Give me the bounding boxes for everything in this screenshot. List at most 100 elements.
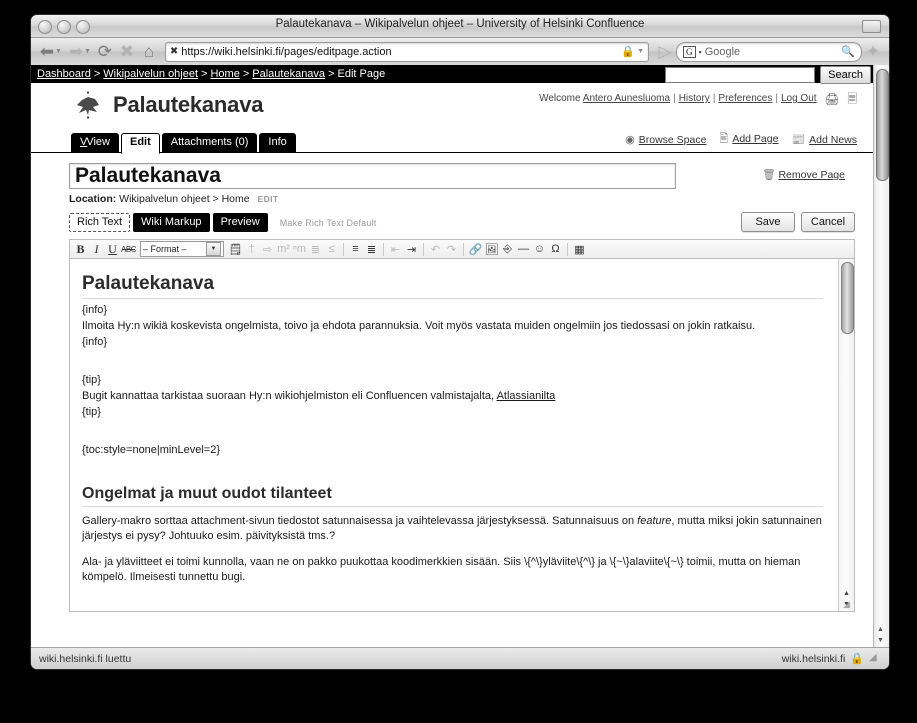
add-page-icon: 🖹 <box>719 133 729 145</box>
breadcrumb-item-dashboard[interactable]: Dashboard <box>37 68 91 80</box>
tab-view[interactable]: VView <box>71 133 119 153</box>
url-text: https://wiki.helsinki.fi/pages/editpage.… <box>181 45 392 58</box>
remove-page-label[interactable]: Remove Page <box>778 169 845 181</box>
numbered-list-icon[interactable]: ≣ <box>364 242 379 257</box>
insert-macro-icon[interactable]: ⎆ <box>500 242 515 257</box>
editor-toolbar: B I U ABC – Format – ▼ 🗒 † ⇨ m² ⁿm ≣ ≤ ≡… <box>69 239 855 258</box>
browser-search-input[interactable]: G ▪ Google 🔍 <box>676 41 862 62</box>
rich-text-edit-area[interactable]: Palautekanava {info} Ilmoita Hy:n wikiä … <box>69 258 855 612</box>
add-news-action[interactable]: 📰 Add News <box>791 133 857 146</box>
special-character-icon[interactable]: Ω <box>548 242 563 257</box>
space-title: Palautekanava <box>113 92 264 117</box>
doc-tip-close: {tip} <box>82 406 101 418</box>
user-profile-link[interactable]: Antero Aunesluoma <box>583 93 670 104</box>
tab-edit[interactable]: Edit <box>121 133 160 154</box>
insert-link2-icon[interactable]: 🔗 <box>468 242 483 257</box>
doc-tip-open: {tip} <box>82 374 101 386</box>
doc-spacer <box>82 459 823 471</box>
cancel-button[interactable]: Cancel <box>801 212 855 232</box>
editor-tab-wiki-markup[interactable]: Wiki Markup <box>133 213 210 232</box>
underline-icon[interactable]: U <box>105 242 120 257</box>
user-bar-sep: | <box>775 93 778 104</box>
emoticon-icon[interactable]: ☺ <box>532 242 547 257</box>
rich-text-body[interactable]: Palautekanava {info} Ilmoita Hy:n wikiä … <box>70 259 839 611</box>
editor-scrollbar[interactable]: ▲ ▼ <box>838 259 854 611</box>
insert-image-icon[interactable]: 🖼 <box>484 242 499 257</box>
rss-icon[interactable]: ▷ <box>654 41 676 63</box>
insert-link-icon[interactable]: ⇨ <box>260 242 275 257</box>
window-resize-grip[interactable]: ◢ <box>869 652 881 665</box>
breadcrumb-item-home[interactable]: Home <box>210 68 239 80</box>
editor-tab-preview[interactable]: Preview <box>212 213 268 232</box>
toolbar-sep <box>383 242 384 256</box>
page-title-input[interactable] <box>69 163 676 189</box>
subscript-icon[interactable]: ⁿm <box>292 242 307 257</box>
customize-icon[interactable]: ✦ <box>862 41 884 63</box>
indent-text-icon[interactable]: ≤ <box>324 242 339 257</box>
preferences-link[interactable]: Preferences <box>718 93 772 104</box>
reload-icon[interactable]: ⟳ <box>94 41 116 63</box>
bullet-list-icon[interactable]: ≡ <box>348 242 363 257</box>
toolbar-toggle-button[interactable] <box>862 20 881 33</box>
editor-scroll-up-arrow[interactable]: ▲ <box>842 590 851 597</box>
breadcrumb-item-page[interactable]: Palautekanava <box>252 68 325 80</box>
insert-table-icon[interactable]: ▦ <box>572 242 587 257</box>
breadcrumb: Dashboard > Wikipalvelun ohjeet > Home > Palau… <box>31 65 873 84</box>
outdent-text-icon[interactable]: ≣ <box>308 242 323 257</box>
add-page-label[interactable]: Add Page <box>732 133 778 145</box>
outdent-icon[interactable]: ⇤ <box>388 242 403 257</box>
back-history-caret-icon[interactable]: ▼ <box>55 48 62 55</box>
stop-icon[interactable]: ✖ <box>116 41 138 63</box>
lock-icon[interactable]: 🔒 <box>850 652 864 665</box>
logout-link[interactable]: Log Out <box>781 93 817 104</box>
url-bar[interactable]: ✖ https://wiki.helsinki.fi/pages/editpag… <box>164 41 649 62</box>
horizontal-rule-icon[interactable]: — <box>516 242 531 257</box>
tab-attachments[interactable]: Attachments (0) <box>161 133 258 153</box>
editor-tab-rich-text[interactable]: Rich Text <box>69 213 131 232</box>
superscript-icon[interactable]: m² <box>276 242 291 257</box>
tab-attachments-label: Attachments (0) <box>170 136 249 148</box>
browse-space-label[interactable]: Browse Space <box>639 134 707 146</box>
make-rich-text-default-link[interactable]: Make Rich Text Default <box>280 218 377 228</box>
page-scroll-down-arrow[interactable]: ▼ <box>877 637 884 644</box>
atlassian-link[interactable]: Atlassianilta <box>497 390 556 402</box>
doc-toc-macro: {toc:style=none|minLevel=2} <box>82 444 221 456</box>
magnifier-icon[interactable]: 🔍 <box>841 45 855 58</box>
add-page-action[interactable]: 🖹 Add Page <box>719 130 778 149</box>
italic-icon[interactable]: I <box>89 242 104 257</box>
remove-page-action[interactable]: 🗑 Remove Page <box>762 168 845 181</box>
history-link[interactable]: History <box>679 93 710 104</box>
indent-icon[interactable]: ⇥ <box>404 242 419 257</box>
redo-icon[interactable]: ↷ <box>444 242 459 257</box>
bold-icon[interactable]: B <box>73 242 88 257</box>
undo-icon[interactable]: ↶ <box>428 242 443 257</box>
tab-info[interactable]: Info <box>259 133 296 153</box>
strikethrough-icon[interactable]: ABC <box>121 242 136 257</box>
location-edit-link[interactable]: EDIT <box>258 194 279 204</box>
home-icon[interactable]: ⌂ <box>138 41 160 63</box>
print-icon[interactable]: 🖨 <box>824 92 839 106</box>
page-scrollbar[interactable]: ▲ ▼ <box>873 65 889 647</box>
browse-space-action[interactable]: ◉ Browse Space <box>625 133 706 146</box>
url-lock-icon: 🔒 ▼ <box>621 46 644 58</box>
page-scroll-up-arrow[interactable]: ▲ <box>877 626 884 633</box>
editor-scrollbar-thumb[interactable] <box>841 262 854 334</box>
toolbar-sep <box>343 242 344 256</box>
remove-formatting-icon[interactable]: † <box>244 242 259 257</box>
breadcrumb-item-space[interactable]: Wikipalvelun ohjeet <box>103 68 198 80</box>
site-search-button[interactable]: Search <box>820 66 871 84</box>
add-news-label[interactable]: Add News <box>809 134 857 146</box>
forward-history-caret-icon[interactable]: ▼ <box>84 48 91 55</box>
format-select[interactable]: – Format – ▼ <box>140 241 224 257</box>
edit-properties-icon[interactable]: 🗒 <box>228 242 243 257</box>
status-domain: wiki.helsinki.fi <box>781 652 846 665</box>
export-pdf-icon[interactable]: 🗏 <box>847 90 857 111</box>
editor-tabs: Rich Text Wiki Markup Preview Make Rich … <box>69 213 855 232</box>
breadcrumb-items: Dashboard > Wikipalvelun ohjeet > Home > Palau… <box>37 68 385 80</box>
search-placeholder: Google <box>704 45 741 58</box>
doc-info-open: {info} <box>82 304 108 316</box>
page-scrollbar-thumb[interactable] <box>876 69 889 181</box>
save-button[interactable]: Save <box>741 212 795 232</box>
editor-resize-grip[interactable]: ◢ <box>843 600 852 609</box>
site-search-input[interactable] <box>665 67 815 83</box>
